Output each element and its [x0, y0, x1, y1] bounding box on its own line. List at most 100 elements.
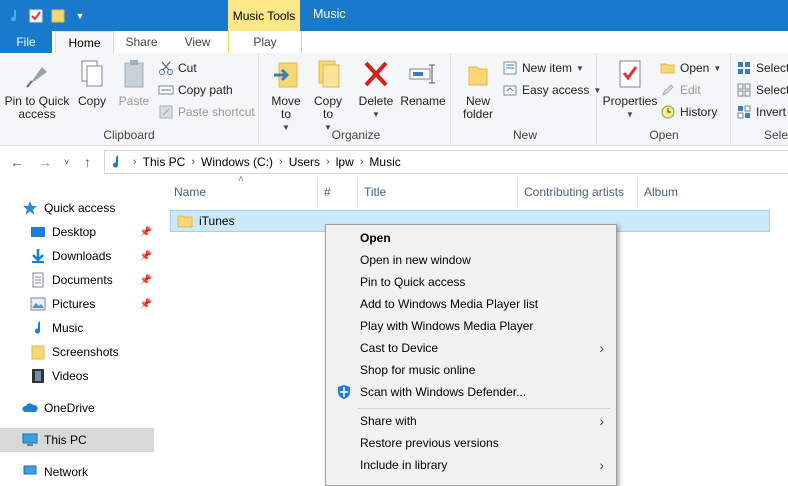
nav-item-this-pc[interactable]: This PC	[0, 428, 154, 452]
breadcrumb-windows-c[interactable]: Windows (C:)	[201, 155, 273, 169]
nav-item-onedrive[interactable]: OneDrive	[0, 396, 154, 420]
forward-arrow-icon[interactable]: →	[38, 154, 52, 170]
new-item-dropdown-icon: ▼	[576, 63, 584, 73]
nav-item-videos[interactable]: Videos	[0, 364, 154, 388]
new-folder-button[interactable]: New folder	[456, 57, 500, 121]
breadcrumb-users[interactable]: Users	[289, 155, 320, 169]
back-arrow-icon[interactable]: ←	[10, 154, 24, 170]
column-header-contributing-artists[interactable]: Contributing artists	[518, 178, 638, 206]
context-menu-share-with[interactable]: Share with ›	[326, 410, 614, 432]
shield-icon	[338, 385, 350, 399]
column-header-album[interactable]: Album	[638, 178, 778, 206]
properties-dropdown-icon: ▼	[626, 110, 634, 119]
folder-icon	[177, 215, 193, 228]
open-button[interactable]: Open ▼	[660, 59, 721, 77]
delete-dropdown-icon: ▼	[372, 110, 380, 119]
context-menu-shop-music[interactable]: Shop for music online	[326, 359, 614, 381]
pin-icon[interactable]: 📌	[140, 227, 152, 238]
tab-play[interactable]: Play	[228, 31, 302, 53]
pin-icon[interactable]: 📌	[140, 275, 152, 286]
pin-icon[interactable]: 📌	[140, 251, 152, 262]
copy-path-icon	[158, 85, 174, 95]
paste-shortcut-icon	[159, 105, 173, 119]
tab-home[interactable]: Home	[55, 31, 114, 54]
window-title: Music	[313, 7, 346, 21]
column-header-number[interactable]: #	[318, 178, 358, 206]
address-bar[interactable]: › This PC › Windows (C:) › Users › lpw ›…	[104, 150, 788, 174]
invert-selection-button[interactable]: Invert	[736, 103, 786, 121]
column-header-title[interactable]: Title	[358, 178, 518, 206]
nav-item-pictures[interactable]: Pictures 📌	[0, 292, 154, 316]
context-menu-pin-quick-access[interactable]: Pin to Quick access	[326, 271, 614, 293]
nav-item-screenshots[interactable]: Screenshots	[0, 340, 154, 364]
open-folder-icon	[660, 63, 675, 74]
tab-share[interactable]: Share	[114, 31, 169, 53]
pin-quick-access-button[interactable]: Pin to Quick access	[4, 57, 70, 121]
new-item-icon	[503, 61, 517, 75]
context-menu-play-wmp[interactable]: Play with Windows Media Player	[326, 315, 614, 337]
breadcrumb-music[interactable]: Music	[369, 155, 400, 169]
music-app-icon[interactable]	[6, 8, 22, 24]
up-arrow-icon[interactable]: ↑	[84, 154, 91, 170]
edit-icon	[662, 84, 674, 96]
delete-button[interactable]: Delete ▼	[356, 57, 396, 121]
rename-button[interactable]: Rename	[400, 57, 446, 108]
nav-item-network[interactable]: Network	[0, 460, 154, 484]
organize-group: Move to ▼ Copy to ▼ Delete ▼ Rename Orga…	[262, 53, 451, 145]
nav-item-documents[interactable]: Documents 📌	[0, 268, 154, 292]
move-to-button[interactable]: Move to ▼	[266, 57, 306, 134]
new-item-button[interactable]: New item ▼	[502, 59, 584, 77]
context-menu-open-new-window[interactable]: Open in new window	[326, 249, 614, 271]
context-menu-scan-defender[interactable]: Scan with Windows Defender...	[326, 381, 614, 403]
pin-icon[interactable]: 📌	[140, 299, 152, 310]
context-tab-group: Music Tools	[228, 0, 300, 31]
select-none-icon	[737, 83, 751, 97]
easy-access-button[interactable]: Easy access ▼	[502, 81, 601, 99]
context-menu-restore-versions[interactable]: Restore previous versions	[326, 432, 614, 454]
select-all-button[interactable]: Select	[736, 59, 788, 77]
download-icon	[32, 249, 44, 263]
context-menu: Open Open in new window Pin to Quick acc…	[325, 224, 617, 486]
context-menu-add-wmp-list[interactable]: Add to Windows Media Player list	[326, 293, 614, 315]
breadcrumb-this-pc[interactable]: This PC	[143, 155, 186, 169]
cut-button[interactable]: Cut	[158, 59, 197, 77]
properties-qat-icon[interactable]	[28, 8, 44, 24]
breadcrumb-separator-icon: ›	[279, 156, 283, 168]
ribbon-tab-strip: File Home Share View Play	[0, 31, 788, 54]
customize-qat-icon[interactable]: ▼	[72, 8, 88, 24]
nav-item-quick-access[interactable]: Quick access	[0, 196, 154, 220]
edit-button[interactable]: Edit	[660, 81, 701, 99]
properties-button[interactable]: Properties ▼	[600, 57, 660, 121]
select-none-button[interactable]: Select	[736, 81, 788, 99]
tab-view[interactable]: View	[170, 31, 225, 53]
copy-path-button[interactable]: Copy path	[158, 81, 233, 99]
scissors-icon	[159, 61, 173, 75]
delete-x-icon	[364, 61, 388, 87]
submenu-arrow-icon: ›	[599, 457, 604, 473]
context-menu-cast-to-device[interactable]: Cast to Device ›	[326, 337, 614, 359]
quick-access-toolbar: ▼	[6, 6, 88, 26]
tab-file[interactable]: File	[0, 31, 52, 53]
copy-icon	[81, 60, 103, 87]
clipboard-group-label: Clipboard	[103, 128, 155, 142]
nav-item-downloads[interactable]: Downloads 📌	[0, 244, 154, 268]
open-dropdown-icon: ▼	[713, 63, 722, 73]
recent-locations-chevron-icon[interactable]: ˅	[64, 157, 69, 167]
pin-icon	[26, 67, 47, 88]
pictures-icon	[30, 297, 46, 311]
history-button[interactable]: History	[660, 103, 717, 121]
copy-button[interactable]: Copy	[74, 57, 110, 108]
paste-shortcut-button[interactable]: Paste shortcut	[158, 103, 255, 121]
column-header-name[interactable]: Name	[168, 178, 318, 206]
nav-item-music[interactable]: Music	[0, 316, 154, 340]
new-folder-qat-icon[interactable]	[50, 8, 66, 24]
nav-item-desktop[interactable]: Desktop 📌	[0, 220, 154, 244]
submenu-arrow-icon: ›	[599, 340, 604, 356]
organize-group-label: Organize	[331, 128, 381, 142]
paste-button[interactable]: Paste	[114, 57, 154, 108]
breadcrumb-user[interactable]: lpw	[336, 155, 354, 169]
computer-icon	[22, 433, 38, 446]
select-all-icon	[738, 62, 750, 74]
copy-to-button[interactable]: Copy to ▼	[308, 57, 348, 134]
context-menu-open[interactable]: Open	[326, 227, 614, 249]
